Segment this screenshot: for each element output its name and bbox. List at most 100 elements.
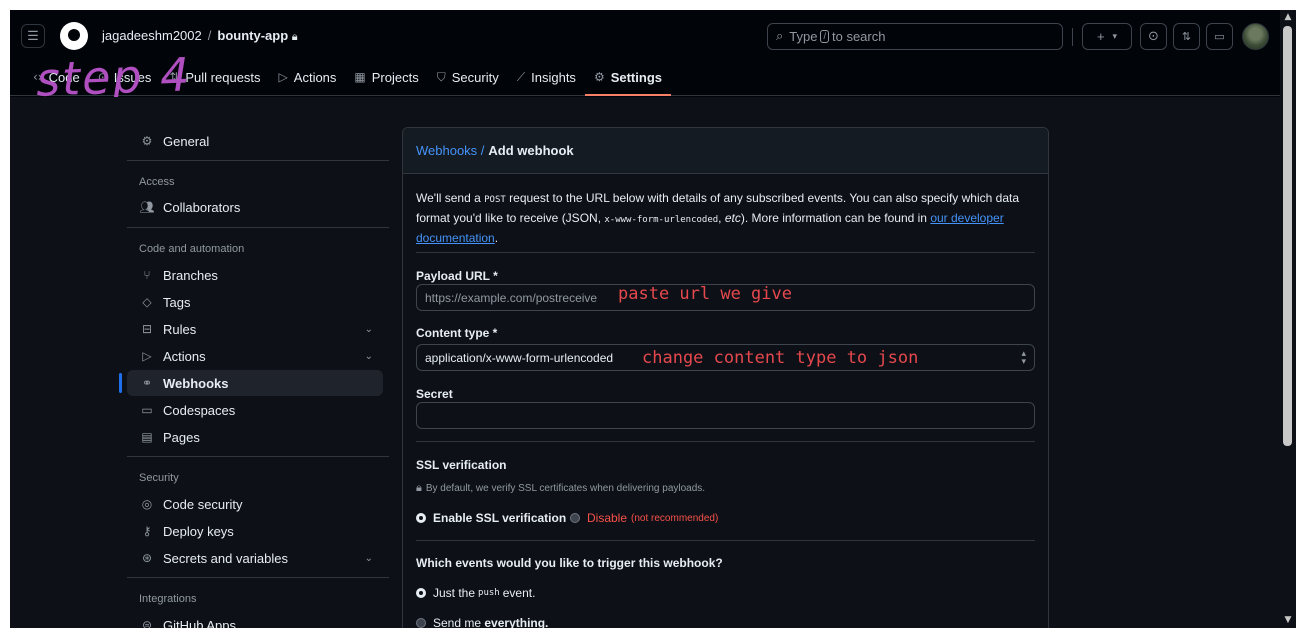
send-everything-radio[interactable]: Send me everything.	[416, 616, 548, 628]
graph-icon: ⟋	[516, 69, 526, 84]
inbox-button[interactable]: ▭	[1206, 23, 1233, 50]
plus-icon: +	[1096, 29, 1105, 44]
codespaces-icon: ▭	[141, 403, 153, 417]
people-icon: 👥︎	[139, 200, 155, 214]
menu-button[interactable]: ☰	[21, 24, 45, 48]
sidebar-item-deploy-keys[interactable]: ⚷ Deploy keys	[127, 518, 383, 544]
sidebar-item-general[interactable]: ⚙ General	[127, 128, 383, 154]
lock-icon: 🔒︎	[291, 30, 298, 43]
sidebar-item-label: Secrets and variables	[163, 550, 289, 566]
ssl-hint: 🔒︎ By default, we verify SSL certificate…	[416, 481, 705, 495]
issues-button[interactable]: ⊙	[1140, 23, 1167, 50]
secret-label: Secret	[416, 387, 453, 401]
add-webhook-panel: Webhooks / Add webhook We'll send a POST…	[402, 127, 1049, 628]
search-shortcut-key: /	[820, 30, 829, 43]
hamburger-icon: ☰	[27, 28, 39, 43]
tab-security[interactable]: ⛉ Security	[428, 66, 508, 88]
avatar[interactable]	[1242, 23, 1269, 50]
scroll-down-icon[interactable]: ▼	[1283, 615, 1293, 625]
sidebar-item-codespaces[interactable]: ▭ Codespaces	[127, 397, 383, 423]
browser-icon: ▤	[141, 430, 153, 444]
scrollbar[interactable]: ▲ ▼	[1280, 10, 1296, 628]
intro-etc: etc	[724, 211, 741, 225]
sidebar-item-secrets[interactable]: ⊛ Secrets and variables ⌄	[127, 545, 383, 571]
codescan-icon: ◎	[141, 497, 153, 511]
create-new-button[interactable]: + ▾	[1082, 23, 1132, 50]
just-push-text: Just the	[433, 586, 476, 600]
sidebar-heading-access: Access	[139, 176, 175, 188]
sidebar-item-branches[interactable]: ⑂ Branches	[127, 262, 383, 288]
search-input[interactable]: ⌕ Type / to search	[767, 23, 1063, 50]
payload-url-placeholder: https://example.com/postreceive	[425, 290, 598, 305]
ssl-hint-text: By default, we verify SSL certificates w…	[425, 482, 706, 494]
header-divider	[1072, 28, 1073, 46]
webhook-icon: ⚭	[141, 376, 153, 390]
sidebar-divider	[127, 577, 389, 578]
scrollbar-thumb[interactable]	[1283, 26, 1292, 446]
intro-end: .	[494, 231, 499, 245]
sidebar-item-tags[interactable]: ◇ Tags	[127, 289, 383, 315]
play-icon: ▷	[142, 349, 152, 363]
events-label: Which events would you like to trigger t…	[416, 556, 723, 570]
radio-unchecked-icon	[416, 618, 426, 628]
ssl-enable-label: Enable SSL verification	[433, 511, 567, 525]
browser-viewport: ☰ jagadeeshm2002 / bounty-app 🔒︎ ⌕ Type / …	[10, 10, 1280, 628]
sidebar-item-label: GitHub Apps	[163, 617, 236, 629]
sidebar-item-code-security[interactable]: ◎ Code security	[127, 491, 383, 517]
lock-icon: 🔒︎	[416, 481, 422, 494]
sidebar-item-collaborators[interactable]: 👥︎ Collaborators	[127, 194, 383, 220]
pull-requests-button[interactable]: ⇅	[1173, 23, 1200, 50]
intro-text: We'll send a POST request to the URL bel…	[416, 191, 1020, 245]
tab-label: Settings	[610, 69, 662, 85]
sidebar-heading-security: Security	[139, 472, 179, 484]
select-arrows-icon: ▴ ▾	[1021, 348, 1026, 367]
search-suffix: to search	[831, 29, 886, 44]
tab-settings[interactable]: ⚙ Settings	[584, 66, 672, 96]
tab-projects[interactable]: ▦ Projects	[345, 66, 427, 88]
send-everything-bold: everything.	[484, 616, 549, 628]
sidebar-item-actions[interactable]: ▷ Actions ⌄	[127, 343, 383, 369]
radio-unchecked-icon	[570, 513, 580, 523]
tab-actions[interactable]: ▷ Actions	[270, 66, 346, 88]
tab-label: Projects	[371, 69, 419, 85]
ssl-disable-note: (not recommended)	[631, 512, 719, 524]
issue-icon: ⊙	[1148, 29, 1159, 44]
divider	[416, 540, 1035, 541]
tab-label: Security	[451, 69, 499, 85]
owner-link[interactable]: jagadeeshm2002	[102, 28, 202, 43]
secret-input[interactable]	[416, 402, 1035, 429]
tab-insights[interactable]: ⟋ Insights	[508, 66, 585, 88]
divider	[416, 441, 1035, 442]
sidebar-divider	[127, 160, 389, 161]
branch-icon: ⑂	[143, 268, 151, 282]
gear-icon: ⚙	[141, 134, 153, 148]
sidebar-item-label: Deploy keys	[163, 523, 234, 539]
github-logo-icon[interactable]	[60, 22, 88, 50]
ssl-disable-radio[interactable]: Disable (not recommended)	[570, 511, 718, 525]
sidebar-item-webhooks[interactable]: ⚭ Webhooks	[119, 370, 383, 396]
webhooks-link[interactable]: Webhooks /	[416, 143, 484, 158]
scroll-up-icon[interactable]: ▲	[1283, 12, 1293, 22]
ssl-enable-radio[interactable]: Enable SSL verification	[416, 511, 566, 525]
tab-label: Actions	[293, 69, 337, 85]
key-icon: ⚷	[142, 524, 152, 538]
just-push-radio[interactable]: Just the push event.	[416, 586, 535, 600]
asterisk-icon: ⊛	[141, 551, 153, 565]
intro-format-code: x-www-form-urlencoded	[604, 215, 719, 225]
breadcrumb: jagadeeshm2002 / bounty-app 🔒︎	[102, 28, 298, 44]
intro-part: We'll send a	[416, 191, 481, 205]
sidebar-item-github-apps[interactable]: ⊜ GitHub Apps	[127, 612, 383, 629]
sidebar-item-label: Pages	[163, 429, 200, 445]
sidebar-item-rules[interactable]: ⊟ Rules ⌄	[127, 316, 383, 342]
intro-part: request to the URL below with details of…	[416, 191, 1020, 225]
sidebar-item-label: Collaborators	[163, 199, 241, 215]
content-type-label: Content type *	[416, 326, 498, 340]
sidebar-item-pages[interactable]: ▤ Pages	[127, 424, 383, 450]
divider	[416, 252, 1035, 253]
tab-label: Insights	[531, 69, 576, 85]
repo-header: ☰ jagadeeshm2002 / bounty-app 🔒︎ ⌕ Type / …	[10, 10, 1280, 107]
rules-icon: ⊟	[141, 322, 153, 336]
sidebar-item-label: General	[163, 133, 210, 149]
repo-link[interactable]: bounty-app	[217, 28, 288, 43]
radio-checked-icon	[416, 513, 426, 523]
